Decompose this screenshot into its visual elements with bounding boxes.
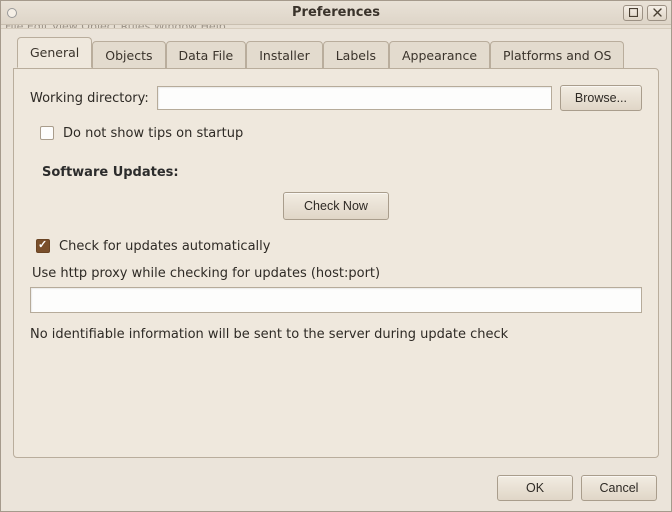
tabpanel-general: Working directory: Browse... Do not show…: [13, 68, 659, 458]
button-label: Cancel: [600, 481, 639, 495]
dialog-footer: OK Cancel: [497, 475, 657, 501]
tab-label: Appearance: [402, 48, 477, 63]
proxy-input[interactable]: [30, 287, 642, 313]
tab-labels[interactable]: Labels: [323, 41, 389, 69]
tab-general[interactable]: General: [17, 37, 92, 68]
browse-button[interactable]: Browse...: [560, 85, 642, 111]
software-updates-heading: Software Updates:: [42, 165, 642, 180]
app-icon: [7, 8, 17, 18]
check-now-row: Check Now: [30, 192, 642, 220]
tab-label: General: [30, 45, 79, 60]
working-directory-input[interactable]: [157, 86, 552, 110]
window-controls: [623, 5, 671, 21]
preferences-window: Preferences File Edit View Object Rules …: [0, 0, 672, 512]
tab-data-file[interactable]: Data File: [166, 41, 247, 69]
tab-label: Labels: [336, 48, 376, 63]
cancel-button[interactable]: Cancel: [581, 475, 657, 501]
tabbar: General Objects Data File Installer Labe…: [17, 37, 659, 68]
privacy-note: No identifiable information will be sent…: [30, 327, 642, 342]
no-tips-label: Do not show tips on startup: [63, 126, 243, 141]
tab-label: Data File: [179, 48, 234, 63]
tab-label: Installer: [259, 48, 309, 63]
ok-button[interactable]: OK: [497, 475, 573, 501]
proxy-label: Use http proxy while checking for update…: [32, 266, 642, 281]
working-directory-row: Working directory: Browse...: [30, 85, 642, 111]
auto-check-checkbox[interactable]: [36, 239, 50, 253]
no-tips-checkbox[interactable]: [40, 126, 54, 140]
button-label: Check Now: [304, 199, 368, 213]
titlebar: Preferences: [1, 1, 671, 25]
button-label: OK: [526, 481, 544, 495]
maximize-button[interactable]: [623, 5, 643, 21]
no-tips-row: Do not show tips on startup: [36, 123, 642, 143]
check-now-button[interactable]: Check Now: [283, 192, 389, 220]
auto-check-row: Check for updates automatically: [32, 236, 642, 256]
tab-objects[interactable]: Objects: [92, 41, 165, 69]
content-area: General Objects Data File Installer Labe…: [1, 29, 671, 458]
tab-platforms[interactable]: Platforms and OS: [490, 41, 624, 69]
tab-label: Platforms and OS: [503, 48, 611, 63]
tab-appearance[interactable]: Appearance: [389, 41, 490, 69]
window-title: Preferences: [1, 5, 671, 20]
close-button[interactable]: [647, 5, 667, 21]
tab-label: Objects: [105, 48, 152, 63]
button-label: Browse...: [575, 91, 627, 105]
auto-check-label: Check for updates automatically: [59, 239, 270, 254]
tab-installer[interactable]: Installer: [246, 41, 322, 69]
working-directory-label: Working directory:: [30, 91, 149, 106]
